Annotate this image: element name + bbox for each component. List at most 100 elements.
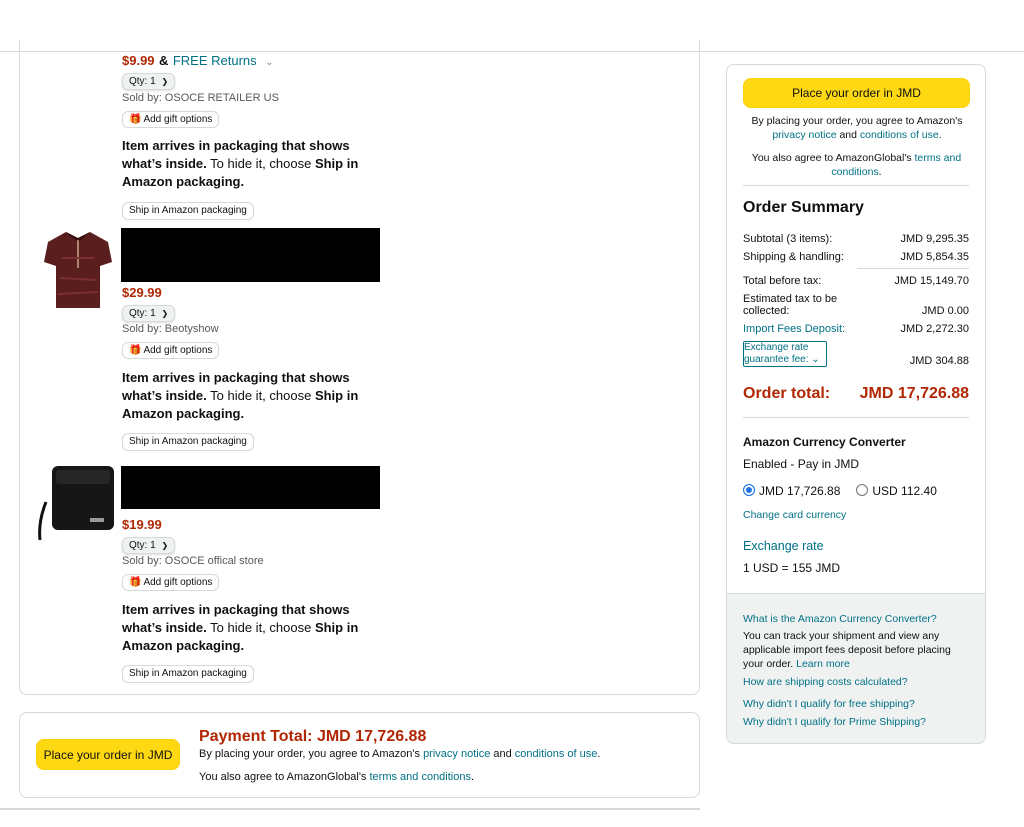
learn-more-link[interactable]: Learn more [796,658,850,670]
chevron-down-icon[interactable]: ⌄ [265,57,273,68]
free-returns-link[interactable]: FREE Returns [173,53,257,68]
ship-in-amazon-packaging-button[interactable]: Ship in Amazon packaging [122,665,254,683]
sold-by: Sold by: Beotyshow [122,323,219,335]
redacted-title [121,466,380,509]
row-label: Total before tax: [743,275,822,287]
packaging-notice: Item arrives in packaging that shows wha… [122,369,362,423]
add-gift-options-button[interactable]: 🎁 Add gift options [122,342,220,359]
exchange-rate-title[interactable]: Exchange rate [743,539,824,553]
amp-text: & [159,53,169,68]
chevron-down-icon: ❯ [161,541,169,550]
summary-row-exchange-fee: Exchange rate guarantee fee: ⌄ JMD 304.8… [743,341,969,367]
gift-label: Add gift options [143,114,213,125]
currency-option-jmd[interactable]: JMD 17,726.88 [743,484,840,498]
agreement-text: By placing your order, you agree to Amaz… [199,748,600,760]
row-value: JMD 0.00 [921,305,969,317]
chevron-down-icon: ❯ [161,77,169,86]
packaging-plain-text: To hide it, choose [206,620,315,635]
qty-label: Qty: [129,76,148,87]
order-summary-title: Order Summary [743,199,864,216]
sold-by: Sold by: OSOCE offical store [122,555,264,567]
ship-in-amazon-packaging-button[interactable]: Ship in Amazon packaging [122,433,254,451]
row-value: JMD 15,149.70 [894,275,969,287]
summary-row-shipping: Shipping & handling: JMD 5,854.35 [743,251,969,263]
terms-and-conditions-link[interactable]: terms and conditions [369,771,471,783]
item-price: $19.99 [122,517,162,532]
place-order-button[interactable]: Place your order in JMD [36,739,180,770]
agreement-pre: By placing your order, you agree to Amaz… [199,748,424,760]
exchange-rate-value: 1 USD = 155 JMD [743,561,841,575]
packaging-notice: Item arrives in packaging that shows wha… [122,601,362,655]
row-value: JMD 9,295.35 [900,233,969,245]
order-total-label: Order total: [743,385,831,402]
converter-status: Enabled - Pay in JMD [743,457,860,471]
currency-option-usd[interactable]: USD 112.40 [856,484,937,498]
and-text: and [490,748,515,760]
order-summary-card: Place your order in JMD By placing your … [726,64,986,744]
redacted-title [121,228,380,282]
gift-label: Add gift options [143,577,213,588]
privacy-notice-link[interactable]: privacy notice [423,748,490,760]
currency-converter-title: Amazon Currency Converter [743,435,906,449]
gift-icon: 🎁 [129,345,142,356]
period-text: . [470,771,475,783]
items-card: $9.99 & FREE Returns ⌄ Qty: 1 ❯ Sold by:… [19,40,700,695]
what-is-converter-link[interactable]: What is the Amazon Currency Converter? [743,613,937,625]
payment-card: Place your order in JMD Payment Total: J… [19,712,700,798]
divider [857,268,969,269]
exchange-rate-guarantee-link[interactable]: Exchange rate guarantee fee: ⌄ [743,341,827,367]
radio-checked[interactable] [743,484,755,496]
global-agreement-pre: You also agree to AmazonGlobal's [199,771,370,783]
qty-value: 1 [150,76,156,87]
global-agreement-pre: You also agree to AmazonGlobal's [751,152,915,164]
quantity-select[interactable]: Qty: 1 ❯ [122,305,176,322]
add-gift-options-button[interactable]: 🎁 Add gift options [122,111,220,128]
qty-value: 1 [150,308,156,319]
currency-options: JMD 17,726.88 USD 112.40 [743,484,937,498]
privacy-notice-link[interactable]: privacy notice [772,129,836,141]
quantity-select[interactable]: Qty: 1 ❯ [122,537,176,554]
ship-in-amazon-packaging-button[interactable]: Ship in Amazon packaging [122,202,254,220]
row-value: JMD 304.88 [909,355,969,367]
shipping-costs-link[interactable]: How are shipping costs calculated? [743,676,908,688]
help-section: What is the Amazon Currency Converter? Y… [727,593,985,743]
add-gift-options-button[interactable]: 🎁 Add gift options [122,574,220,591]
radio-unchecked[interactable] [856,484,869,496]
global-agreement-text: You also agree to AmazonGlobal's terms a… [743,151,970,179]
row-label: Estimated tax to be collected: [743,293,838,317]
order-total-value: JMD 17,726.88 [859,385,969,402]
chevron-down-icon: ⌄ [811,354,820,365]
place-order-button[interactable]: Place your order in JMD [743,78,970,108]
free-shipping-link[interactable]: Why didn't I qualify for free shipping? [743,698,915,710]
chevron-down-icon: ❯ [161,309,169,318]
shirt-product-image[interactable] [42,228,114,312]
quantity-select[interactable]: Qty: 1 ❯ [122,73,176,90]
gift-label: Add gift options [143,345,213,356]
packaging-plain-text: To hide it, choose [206,388,315,403]
prime-shipping-link[interactable]: Why didn't I qualify for Prime Shipping? [743,716,926,728]
conditions-of-use-link[interactable]: conditions of use [515,748,598,760]
option-label: USD 112.40 [872,484,937,498]
qty-label: Qty: [129,540,148,551]
import-fees-link[interactable]: Import Fees Deposit: [743,323,845,335]
divider [0,808,700,810]
option-label: JMD 17,726.88 [759,484,841,498]
agreement-pre: By placing your order, you agree to Amaz… [751,115,963,127]
change-card-currency-link[interactable]: Change card currency [743,509,846,521]
payment-total: Payment Total: JMD 17,726.88 [199,728,427,745]
track-shipment-text: You can track your shipment and view any… [743,629,971,671]
divider [743,185,969,186]
qty-value: 1 [150,540,156,551]
item-price: $29.99 [122,285,162,300]
row-label: Exchange rate guarantee fee: [744,342,809,365]
divider [743,417,969,418]
item-price: $9.99 [122,53,155,68]
summary-row-tax: Estimated tax to be collected: JMD 0.00 [743,293,969,317]
row-value: JMD 2,272.30 [900,323,969,335]
summary-row-total-before-tax: Total before tax: JMD 15,149.70 [743,275,969,287]
conditions-of-use-link[interactable]: conditions of use [860,129,939,141]
gift-icon: 🎁 [129,114,142,125]
packaging-notice: Item arrives in packaging that shows wha… [122,137,362,191]
bag-product-image[interactable] [36,462,118,542]
period-text: . [878,166,882,178]
